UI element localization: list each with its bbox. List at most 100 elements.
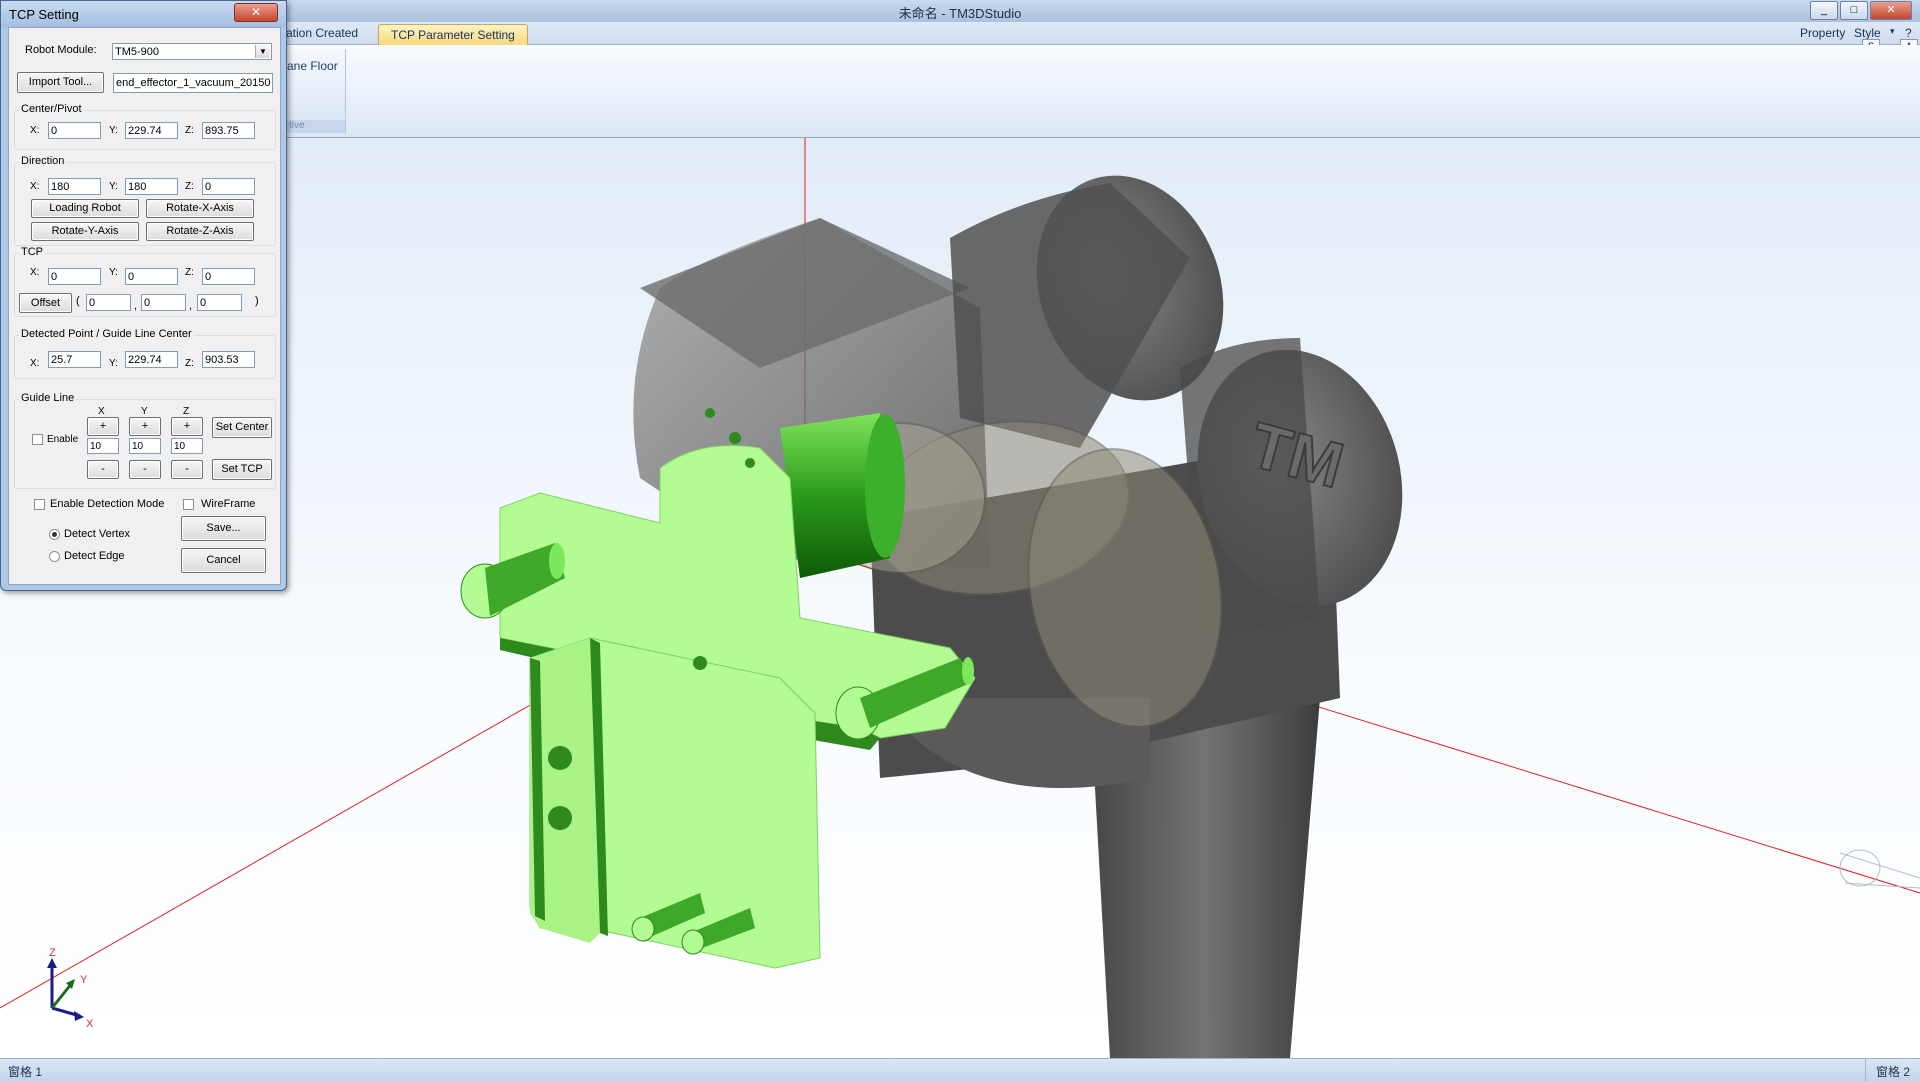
guide-line-title: Guide Line xyxy=(19,392,77,404)
minimize-button[interactable]: _ xyxy=(1810,1,1838,20)
dialog-close-button[interactable]: ✕ xyxy=(234,3,278,22)
window-titlebar: 未命名 - TM3DStudio _ □ ✕ xyxy=(0,0,1920,22)
detected-x-input[interactable]: 25.7 xyxy=(48,351,101,368)
direction-y-label: Y: xyxy=(109,181,118,192)
center-x-label: X: xyxy=(30,125,40,136)
offset-x-input[interactable]: 0 xyxy=(86,294,131,311)
robot-module-select[interactable]: TM5-900 ▼ xyxy=(112,43,272,60)
center-pivot-title: Center/Pivot xyxy=(19,103,84,115)
guide-line-enable-label: Enable xyxy=(47,434,79,445)
ribbon-group: ane Floor tive xyxy=(284,49,346,133)
camera-icon xyxy=(1839,849,1920,889)
offset-z-input[interactable]: 0 xyxy=(197,294,242,311)
tcp-z-label: Z: xyxy=(185,267,194,278)
guide-y-input[interactable]: 10 xyxy=(129,438,161,454)
cancel-button[interactable]: Cancel xyxy=(181,548,266,573)
chevron-down-icon[interactable]: ▼ xyxy=(255,45,270,58)
tab-creation-created[interactable]: ation Created xyxy=(286,26,358,40)
style-link[interactable]: Style xyxy=(1854,26,1881,40)
direction-y-input[interactable]: 180 xyxy=(125,178,178,195)
center-y-input[interactable]: 229.74 xyxy=(125,122,178,139)
tab-tcp-parameter-setting[interactable]: TCP Parameter Setting xyxy=(378,24,528,45)
detect-vertex-label: Detect Vertex xyxy=(64,528,131,540)
guide-z-minus-button[interactable]: - xyxy=(171,460,203,479)
import-tool-button[interactable]: Import Tool... xyxy=(17,72,104,93)
enable-detection-mode-label: Enable Detection Mode xyxy=(50,498,165,510)
rotate-x-axis-button[interactable]: Rotate-X-Axis xyxy=(146,199,254,218)
tcp-title: TCP xyxy=(19,246,45,258)
center-z-label: Z: xyxy=(185,125,194,136)
direction-title: Direction xyxy=(19,155,67,167)
direction-x-input[interactable]: 180 xyxy=(48,178,101,195)
detect-edge-label: Detect Edge xyxy=(64,550,125,562)
status-pane-2: 窗格 2 xyxy=(1864,1059,1920,1081)
center-z-input[interactable]: 893.75 xyxy=(202,122,255,139)
offset-button[interactable]: Offset xyxy=(19,293,72,313)
guide-axis-x-header: X xyxy=(98,406,105,417)
enable-detection-mode-checkbox[interactable] xyxy=(34,499,45,510)
rotate-y-axis-button[interactable]: Rotate-Y-Axis xyxy=(31,222,139,241)
rotate-z-axis-button[interactable]: Rotate-Z-Axis xyxy=(146,222,254,241)
style-dropdown-arrow-icon[interactable]: ▾ xyxy=(1890,26,1895,37)
detected-x-label: X: xyxy=(30,358,40,369)
detected-z-input[interactable]: 903.53 xyxy=(202,351,255,368)
offset-comma-1: , xyxy=(134,300,138,312)
detected-y-input[interactable]: 229.74 xyxy=(125,351,178,368)
dialog-title: TCP Setting xyxy=(9,7,79,22)
dialog-body: Robot Module: TM5-900 ▼ Import Tool... e… xyxy=(8,27,281,585)
tcp-setting-dialog: TCP Setting ✕ Robot Module: TM5-900 ▼ Im… xyxy=(0,0,287,591)
guide-x-plus-button[interactable]: + xyxy=(87,417,119,436)
3d-viewport[interactable]: TM Z Y X xyxy=(0,138,1920,1058)
property-link[interactable]: Property xyxy=(1800,26,1845,40)
ribbon-group-label: tive xyxy=(285,120,345,133)
center-y-label: Y: xyxy=(109,125,118,136)
guide-line-enable-checkbox[interactable] xyxy=(32,434,43,445)
wireframe-label: WireFrame xyxy=(201,498,256,510)
detect-edge-radio[interactable] xyxy=(49,551,60,562)
guide-z-plus-button[interactable]: + xyxy=(171,417,203,436)
detect-vertex-radio[interactable] xyxy=(49,529,60,540)
center-x-input[interactable]: 0 xyxy=(48,122,101,139)
close-button[interactable]: ✕ xyxy=(1870,1,1912,20)
loading-robot-button[interactable]: Loading Robot xyxy=(31,199,139,218)
tcp-z-input[interactable]: 0 xyxy=(202,268,255,285)
help-icon[interactable]: ? xyxy=(1905,26,1912,40)
wireframe-checkbox[interactable] xyxy=(183,499,194,510)
center-pivot-group: Center/Pivot X: 0 Y: 229.74 Z: 893.75 xyxy=(14,103,276,150)
guide-y-minus-button[interactable]: - xyxy=(129,460,161,479)
axis-x-label: X xyxy=(86,1018,94,1030)
guide-x-input[interactable]: 10 xyxy=(87,438,119,454)
robot-module-label: Robot Module: xyxy=(25,44,97,56)
tcp-x-input[interactable]: 0 xyxy=(48,268,101,285)
direction-z-input[interactable]: 0 xyxy=(202,178,255,195)
tcp-y-input[interactable]: 0 xyxy=(125,268,178,285)
tool-file-field[interactable]: end_effector_1_vacuum_20150 xyxy=(113,73,273,93)
app-title: 未命名 - TM3DStudio xyxy=(898,6,1022,21)
detected-z-label: Z: xyxy=(185,358,194,369)
ribbon-panel: ane Floor tive xyxy=(0,45,1920,138)
maximize-button[interactable]: □ xyxy=(1840,1,1868,20)
detected-point-group: Detected Point / Guide Line Center X: 25… xyxy=(14,328,276,379)
axis-z-label: Z xyxy=(49,947,56,959)
guide-axis-z-header: Z xyxy=(183,406,190,417)
tcp-group: TCP X: 0 Y: 0 Z: 0 Offset ( 0 , 0 , 0 ) xyxy=(14,246,276,317)
guide-axis-y-header: Y xyxy=(141,406,148,417)
guide-z-input[interactable]: 10 xyxy=(171,438,203,454)
detected-point-title: Detected Point / Guide Line Center xyxy=(19,328,194,340)
guide-x-minus-button[interactable]: - xyxy=(87,460,119,479)
status-pane-1: 窗格 1 xyxy=(8,1065,43,1079)
offset-paren-close: ) xyxy=(255,295,259,307)
dialog-titlebar[interactable]: TCP Setting ✕ xyxy=(1,1,286,27)
tcp-y-label: Y: xyxy=(109,267,118,278)
set-tcp-button[interactable]: Set TCP xyxy=(212,459,272,480)
guide-y-plus-button[interactable]: + xyxy=(129,417,161,436)
save-button[interactable]: Save... xyxy=(181,516,266,541)
guide-line-group: Guide Line X Y Z + + + Set Center Enable… xyxy=(14,392,276,489)
ribbon-item-plane-floor[interactable]: ane Floor xyxy=(287,59,338,73)
axis-triad: Z Y X xyxy=(47,947,94,1030)
set-center-button[interactable]: Set Center xyxy=(212,417,272,438)
tcp-x-label: X: xyxy=(30,267,40,278)
offset-y-input[interactable]: 0 xyxy=(141,294,186,311)
end-effector-model[interactable] xyxy=(460,408,976,969)
scene-canvas[interactable]: TM Z Y X xyxy=(0,138,1920,1058)
